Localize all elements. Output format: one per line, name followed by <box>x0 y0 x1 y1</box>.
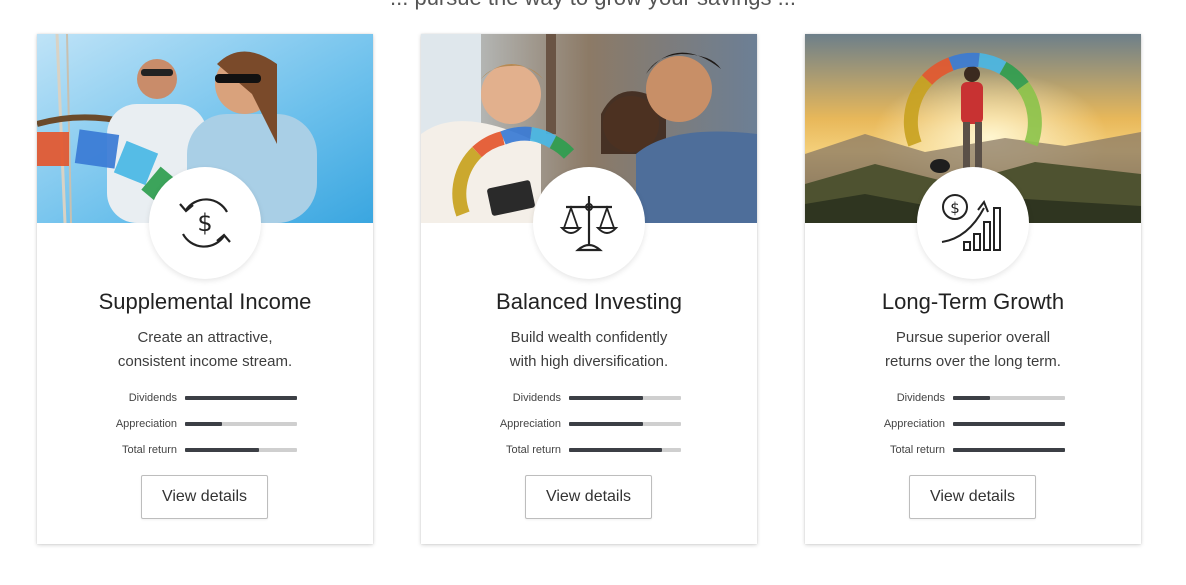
card-title: Balanced Investing <box>496 289 682 314</box>
view-details-button[interactable]: View details <box>141 475 268 519</box>
icon-badge: $ <box>917 167 1029 279</box>
icon-badge: $ <box>149 167 261 279</box>
metric-bar <box>953 396 1065 400</box>
description-line: Create an attractive, <box>137 329 273 346</box>
metric-dividends: Dividends <box>421 391 757 405</box>
svg-text:$: $ <box>197 209 212 237</box>
metric-bar <box>569 396 681 400</box>
metric-bar <box>569 448 681 452</box>
metric-total-return: Total return <box>37 443 373 457</box>
metric-bar-fill <box>569 422 643 426</box>
card-description: Build wealth confidently with high diver… <box>465 326 713 374</box>
metric-label: Total return <box>889 444 945 456</box>
metric-dividends: Dividends <box>805 391 1141 405</box>
description-line: Build wealth confidently <box>510 329 668 346</box>
view-details-button[interactable]: View details <box>525 475 652 519</box>
metric-dividends: Dividends <box>37 391 373 405</box>
metric-bar-fill <box>569 448 662 452</box>
metric-bar-fill <box>953 422 1065 426</box>
metric-label: Total return <box>121 444 177 456</box>
metric-bar-fill <box>953 396 990 400</box>
growth-chart-icon: $ <box>941 194 1001 251</box>
metric-bar <box>953 448 1065 452</box>
card-supplemental-income: $ Supplemental Income Create an attracti… <box>37 34 373 544</box>
description-line: returns over the long term. <box>885 353 1061 370</box>
metric-label: Dividends <box>128 392 177 404</box>
metric-bar-fill <box>185 422 222 426</box>
metric-label: Dividends <box>896 392 945 404</box>
card-title: Long-Term Growth <box>881 289 1065 314</box>
metric-label: Appreciation <box>883 418 945 430</box>
card-long-term-growth: $ Long-Term Growth Pursue superior overa… <box>805 34 1141 544</box>
metric-appreciation: Appreciation <box>805 417 1141 431</box>
section-heading-partial: ... pursue the way to grow your savings … <box>0 0 1186 9</box>
metric-label: Dividends <box>512 392 561 404</box>
metric-bar <box>185 422 297 426</box>
metric-label: Appreciation <box>499 418 561 430</box>
metric-bar-fill <box>953 448 1065 452</box>
metric-bar-fill <box>185 448 259 452</box>
metric-total-return: Total return <box>805 443 1141 457</box>
description-line: with high diversification. <box>509 353 669 370</box>
svg-text:$: $ <box>950 199 960 217</box>
description-line: Pursue superior overall <box>895 329 1051 346</box>
metric-bar <box>953 422 1065 426</box>
card-description: Pursue superior overall returns over the… <box>849 326 1097 374</box>
card-balanced-investing: Balanced Investing Build wealth confiden… <box>421 34 757 544</box>
metric-label: Appreciation <box>115 418 177 430</box>
metric-appreciation: Appreciation <box>421 417 757 431</box>
card-description: Create an attractive, consistent income … <box>81 326 329 374</box>
description-line: consistent income stream. <box>117 353 293 370</box>
metric-bar <box>185 448 297 452</box>
metric-label: Total return <box>505 444 561 456</box>
icon-badge <box>533 167 645 279</box>
metric-total-return: Total return <box>421 443 757 457</box>
card-title: Supplemental Income <box>98 289 312 314</box>
metric-bar <box>569 422 681 426</box>
view-details-button[interactable]: View details <box>909 475 1036 519</box>
metric-bar-fill <box>185 396 297 400</box>
balance-scale-icon <box>559 196 619 252</box>
metric-bar-fill <box>569 396 643 400</box>
metric-bar <box>185 396 297 400</box>
dollar-cycle-icon: $ <box>179 198 231 248</box>
metric-appreciation: Appreciation <box>37 417 373 431</box>
